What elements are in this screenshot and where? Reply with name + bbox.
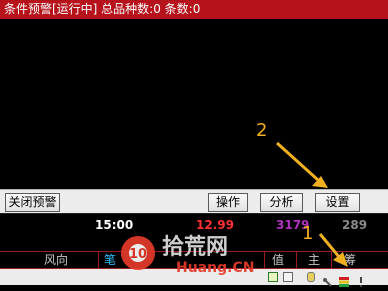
annotation-number-1: 1 xyxy=(302,223,314,244)
arrow-to-settings xyxy=(275,141,320,182)
arrow-to-icon xyxy=(318,233,342,259)
annotation-number-2: 2 xyxy=(256,120,268,141)
annotation-arrows xyxy=(275,141,348,267)
